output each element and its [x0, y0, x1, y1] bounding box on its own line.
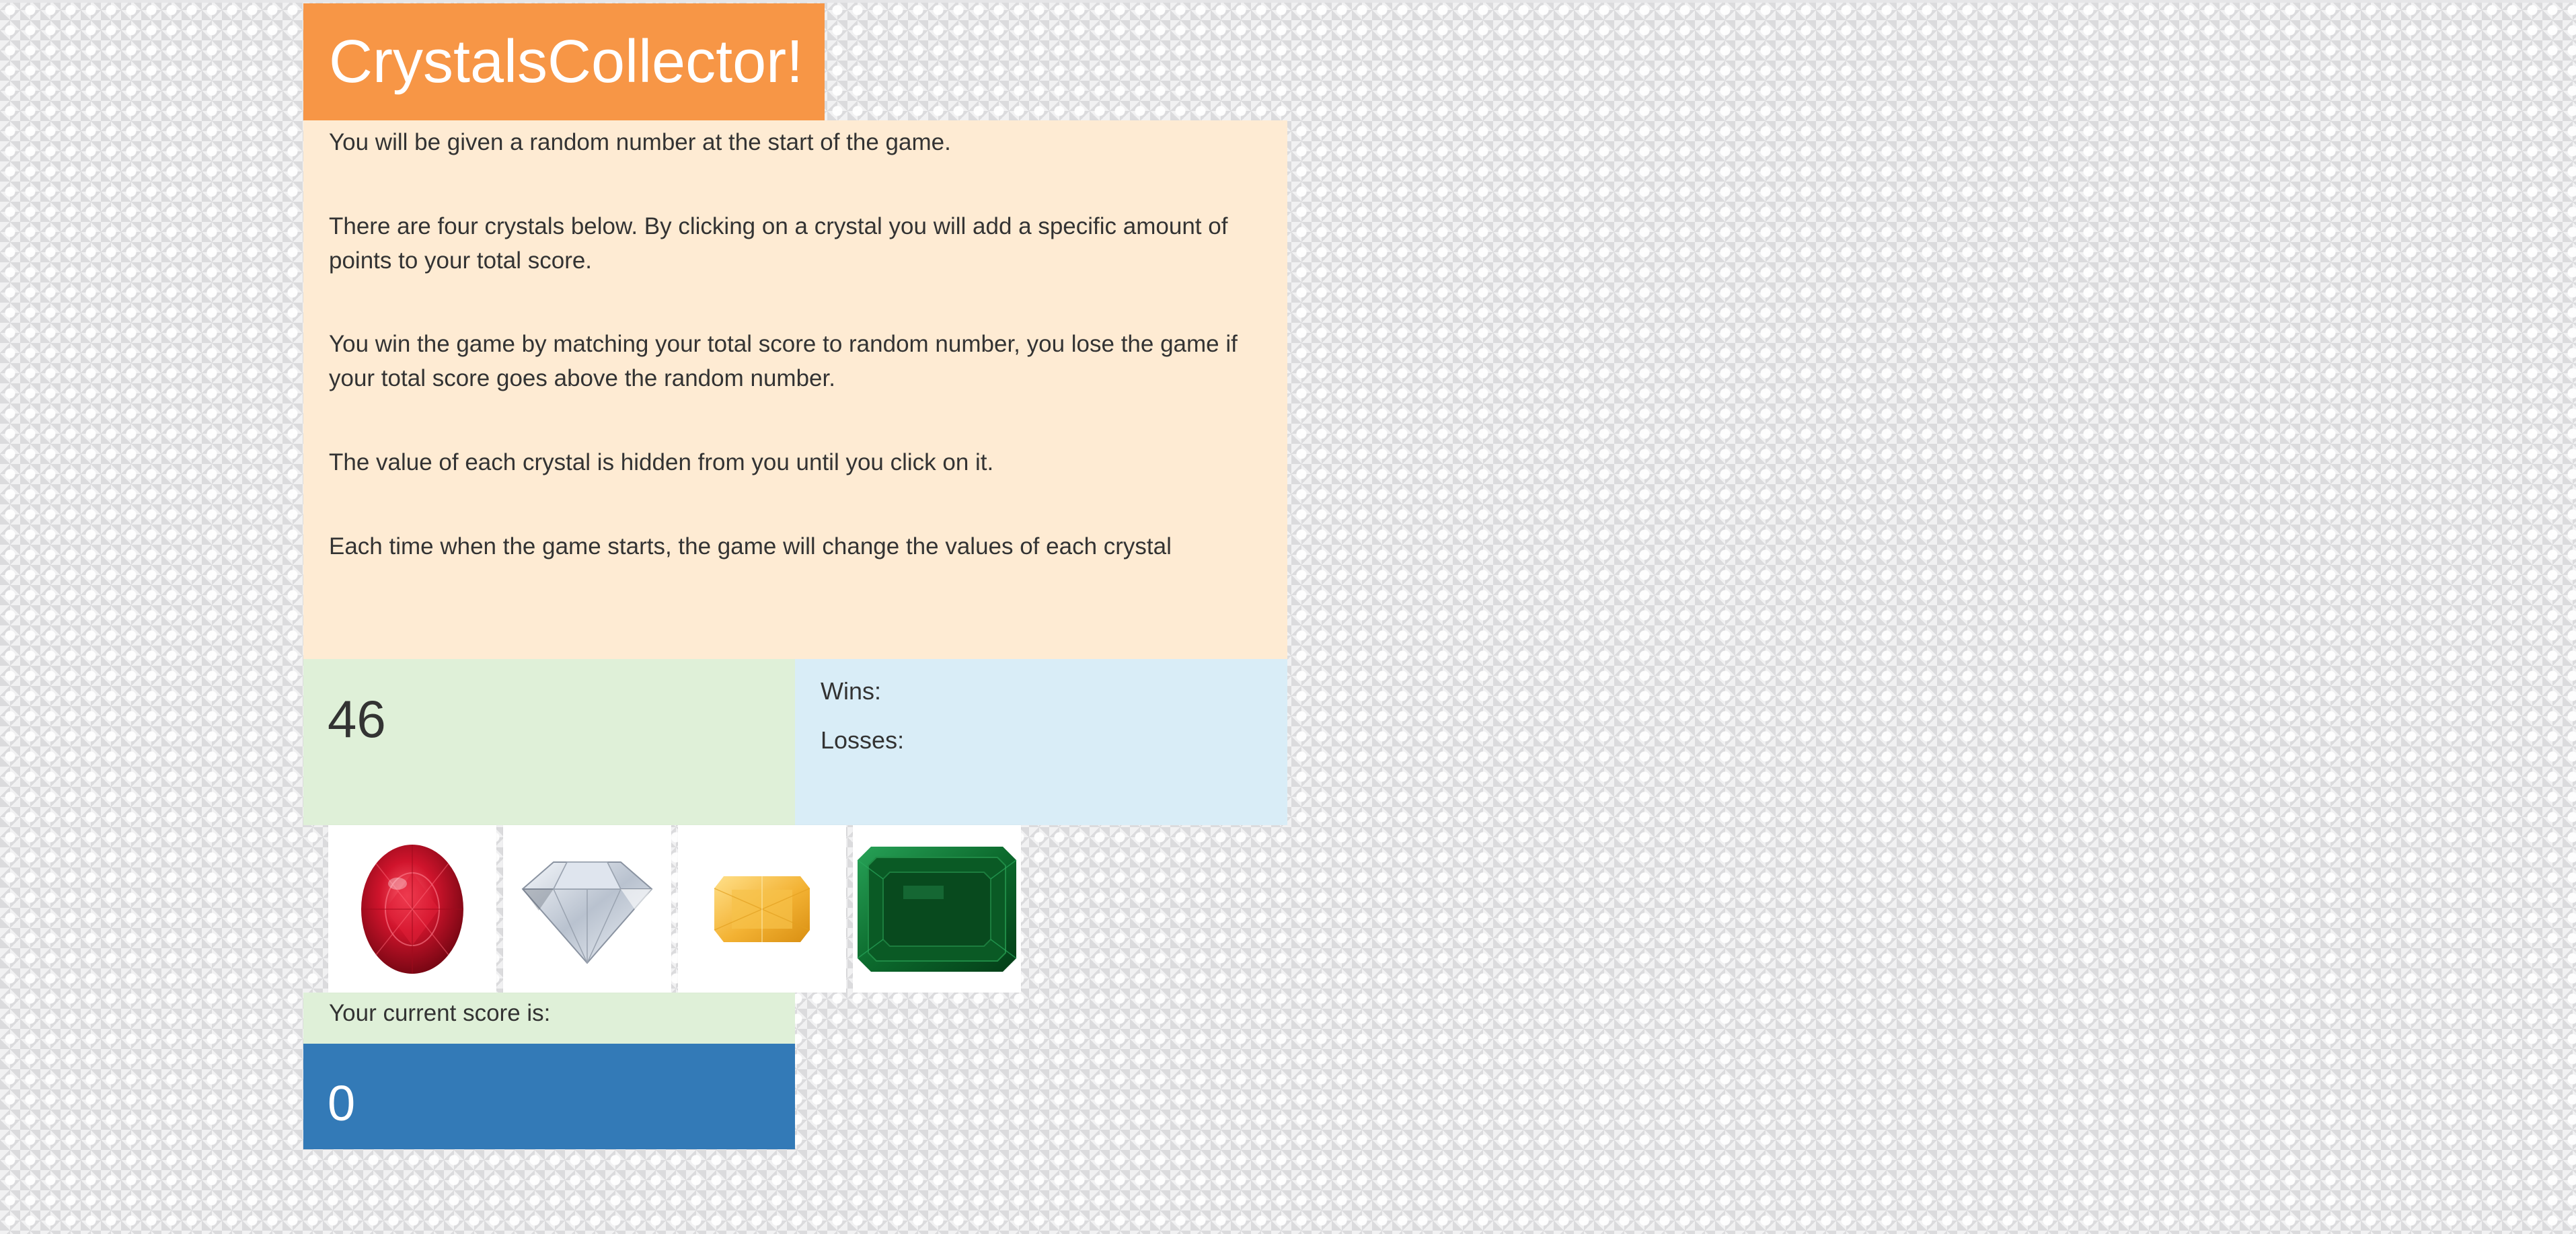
game-container: CrystalsCollector! You will be given a r…	[303, 3, 1287, 1149]
topaz-icon	[714, 876, 810, 942]
score-panel: 0	[303, 1044, 795, 1149]
target-number-panel: 46	[303, 659, 795, 825]
instruction-text: The value of each crystal is hidden from…	[329, 449, 994, 475]
top-rule	[0, 0, 2576, 3]
game-title: CrystalsCollector!	[329, 28, 804, 95]
stats-row: 46 Wins: Losses:	[303, 659, 1287, 825]
instruction-text: Each time when the game starts, the game…	[329, 533, 1172, 560]
score-label: Your current score is:	[329, 1000, 551, 1026]
diamond-icon	[521, 861, 653, 964]
instruction-text: You will be given a random number at the…	[329, 129, 951, 155]
title-banner: CrystalsCollector!	[303, 3, 825, 120]
target-number: 46	[328, 689, 386, 748]
emerald-icon	[857, 846, 1017, 972]
instructions-panel: You will be given a random number at the…	[303, 120, 1287, 659]
instruction-text: There are four crystals below. By clicki…	[329, 213, 1228, 274]
losses-label: Losses:	[821, 726, 905, 754]
record-panel: Wins: Losses:	[795, 659, 1287, 825]
crystal-button-ruby[interactable]	[328, 825, 496, 993]
instruction-text: You win the game by matching your total …	[329, 331, 1238, 391]
wins-label: Wins:	[821, 677, 881, 705]
crystal-button-topaz[interactable]	[678, 825, 846, 993]
crystal-row	[303, 825, 1287, 993]
current-score: 0	[328, 1075, 356, 1131]
crystal-button-diamond[interactable]	[503, 825, 671, 993]
crystal-button-emerald[interactable]	[853, 825, 1021, 993]
ruby-icon	[361, 844, 463, 974]
score-label-panel: Your current score is:	[303, 993, 795, 1044]
